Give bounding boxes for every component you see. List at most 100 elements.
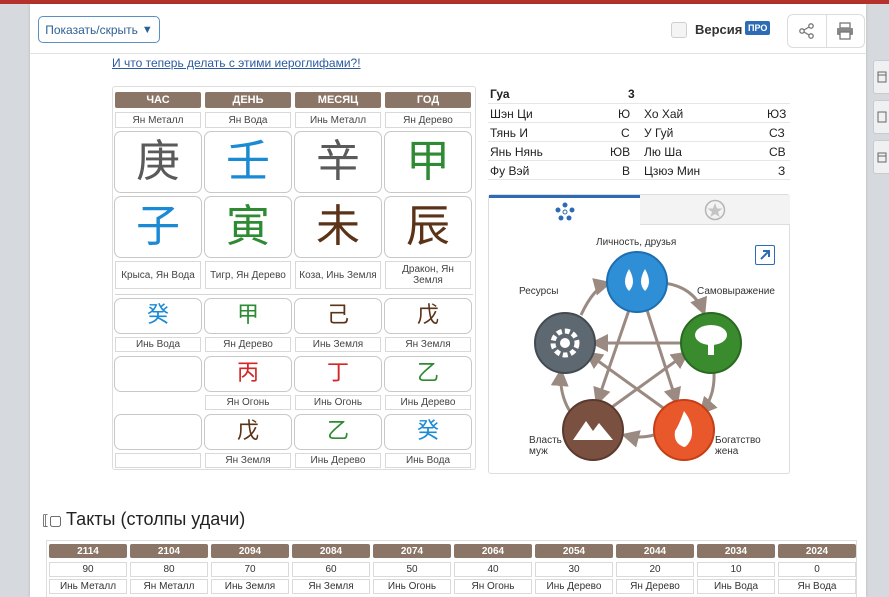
luck-year: 2024 (778, 544, 856, 558)
luck-element: Инь Дерево (535, 579, 613, 594)
pillar-header-day: ДЕНЬ (205, 92, 291, 108)
water-element[interactable] (606, 251, 668, 313)
hidden-stem[interactable]: 乙 (294, 414, 382, 450)
luck-pillars-title: Такты (столпы удачи) (66, 509, 246, 529)
gua-direction: ЮВ (610, 145, 631, 159)
luck-element: Инь Металл (49, 579, 127, 594)
gua-row: Тянь И С У Гуй СЗ (488, 123, 790, 142)
show-hide-label: Показать/скрыть (45, 22, 138, 37)
earthly-branch[interactable]: 子 (114, 196, 202, 258)
luck-pillar[interactable]: 2094 70 Инь Земля (211, 544, 289, 594)
arrow-metal-wood (645, 309, 681, 406)
list-icon (877, 111, 886, 123)
metal-element[interactable] (534, 312, 596, 374)
hidden-stem-empty (114, 356, 202, 392)
hidden-stem-glyph: 癸 (416, 419, 439, 444)
arrow-water-wood (663, 281, 708, 316)
gua-direction: СВ (769, 145, 786, 159)
branch-label: Тигр, Ян Дерево (205, 261, 291, 289)
gua-star-name: Янь Нянь (490, 145, 543, 159)
hidden-stem[interactable]: 戊 (384, 298, 472, 334)
gua-star-name: Лю Ша (644, 145, 682, 159)
gua-row: Фу Вэй В Цзюэ Мин З (488, 161, 790, 180)
gua-direction: Ю (618, 107, 631, 121)
hidden-stem[interactable]: 甲 (204, 298, 292, 334)
luck-year: 2114 (49, 544, 127, 558)
wood-element[interactable] (680, 312, 742, 374)
luck-age: 50 (373, 562, 451, 577)
side-tab-1[interactable] (873, 60, 889, 94)
five-elements-diagram (534, 251, 742, 461)
branch-label: Крыса, Ян Вода (115, 261, 201, 289)
hidden-stem-glyph: 戊 (416, 303, 439, 328)
luck-pillar[interactable]: 2114 90 Инь Металл (49, 544, 127, 594)
hidden-stem[interactable]: 丁 (294, 356, 382, 392)
luck-pillar[interactable]: 2044 20 Ян Дерево (616, 544, 694, 594)
fire-element[interactable] (653, 399, 715, 461)
side-tab-3[interactable] (873, 140, 889, 174)
luck-pillar[interactable]: 2064 40 Ян Огонь (454, 544, 532, 594)
luck-element: Ян Огонь (454, 579, 532, 594)
heavenly-stem[interactable]: 庚 (114, 131, 202, 193)
luck-element: Ян Вода (778, 579, 856, 594)
luck-pillar[interactable]: 2104 80 Ян Металл (130, 544, 208, 594)
heavenly-stem[interactable]: 辛 (294, 131, 382, 193)
earth-element[interactable] (562, 399, 624, 461)
luck-pillar[interactable]: 2024 0 Ян Вода (778, 544, 856, 594)
gua-row: Янь Нянь ЮВ Лю Ша СВ (488, 142, 790, 161)
pro-badge: ПРО (745, 21, 771, 35)
stem-glyph: 辛 (316, 136, 360, 187)
version-checkbox[interactable] (671, 22, 687, 38)
earthly-branch[interactable]: 辰 (384, 196, 472, 258)
pentagon-icon (555, 202, 574, 220)
star-circle-icon (704, 199, 726, 220)
main-card: Показать/скрыть ▼ Версия ПРО И что тепер… (30, 4, 866, 597)
tab-elements-alt[interactable] (640, 195, 790, 225)
gua-star-name: Хо Хай (644, 107, 684, 121)
luck-pillar[interactable]: 2074 50 Инь Огонь (373, 544, 451, 594)
print-button[interactable] (825, 15, 865, 47)
hidden-stem-label: Ян Дерево (205, 337, 291, 352)
luck-age: 80 (130, 562, 208, 577)
hidden-stem[interactable]: 癸 (384, 414, 472, 450)
luck-pillar[interactable]: 2084 60 Ян Земля (292, 544, 370, 594)
hidden-stem-glyph: 戊 (236, 419, 259, 444)
earthly-branch[interactable]: 寅 (204, 196, 292, 258)
hidden-stem[interactable]: 戊 (204, 414, 292, 450)
share-button[interactable] (788, 15, 826, 47)
heavenly-stem[interactable]: 甲 (384, 131, 472, 193)
gua-header-row: Гуа 3 (488, 84, 790, 104)
luck-pillar[interactable]: 2054 30 Инь Дерево (535, 544, 613, 594)
tab-elements-cycle[interactable] (489, 195, 640, 225)
luck-element: Инь Вода (697, 579, 775, 594)
hidden-stem-label: Инь Вода (115, 337, 201, 352)
branch-label: Коза, Инь Земля (295, 261, 381, 289)
hidden-stem[interactable]: 乙 (384, 356, 472, 392)
caret-down-icon: ▼ (141, 23, 153, 36)
side-tab-2[interactable] (873, 100, 889, 134)
show-hide-button[interactable]: Показать/скрыть ▼ (38, 16, 160, 43)
branch-glyph: 子 (136, 201, 180, 252)
gua-direction: З (778, 164, 786, 178)
luck-pillar[interactable]: 2034 10 Инь Вода (697, 544, 775, 594)
hidden-stem[interactable]: 己 (294, 298, 382, 334)
stem-glyph: 甲 (406, 136, 450, 187)
help-link[interactable]: И что теперь делать с этими иероглифами?… (112, 56, 361, 70)
luck-element: Ян Металл (130, 579, 208, 594)
stem-label: Ян Металл (115, 112, 201, 128)
gua-title: Гуа (490, 87, 510, 101)
gua-direction: СЗ (769, 126, 785, 140)
luck-year: 2034 (697, 544, 775, 558)
hidden-stem-glyph: 癸 (146, 303, 169, 328)
hidden-stem[interactable]: 癸 (114, 298, 202, 334)
hidden-stem-label: Инь Дерево (295, 453, 381, 468)
hidden-stem[interactable]: 丙 (204, 356, 292, 392)
luck-age: 30 (535, 562, 613, 577)
hidden-stem-label: Ян Огонь (205, 395, 291, 410)
luck-age: 10 (697, 562, 775, 577)
section-collapse-icon[interactable]: ⟦▢ (42, 512, 62, 529)
grid-icon (877, 71, 886, 83)
earthly-branch[interactable]: 未 (294, 196, 382, 258)
luck-element: Инь Огонь (373, 579, 451, 594)
heavenly-stem[interactable]: 壬 (204, 131, 292, 193)
